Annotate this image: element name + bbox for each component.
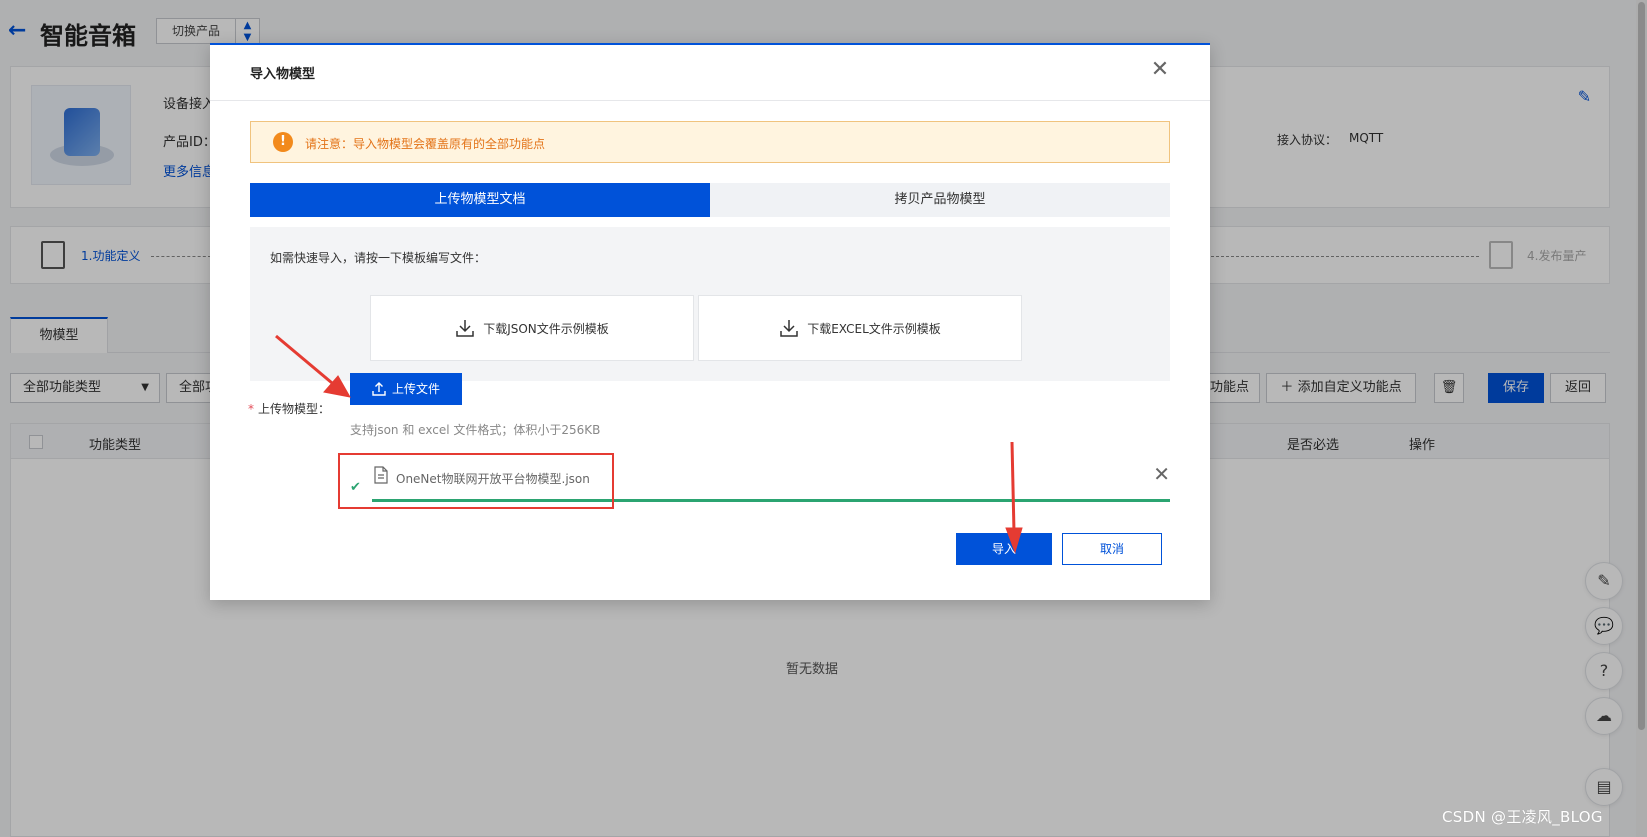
download-icon (456, 320, 474, 337)
upload-file-label: 上传文件 (391, 382, 440, 396)
download-icon (780, 320, 798, 337)
download-json-label: 下载JSON文件示例模板 (483, 321, 609, 336)
dialog-header: 导入物模型 ✕ (210, 45, 1210, 101)
upload-field-label: * 上传物模型： (248, 402, 331, 416)
template-hint: 如需快速导入，请按一下模板编写文件： (270, 251, 487, 265)
download-json-template-button[interactable]: 下载JSON文件示例模板 (370, 295, 694, 361)
import-button[interactable]: 导入 (956, 533, 1052, 565)
cancel-button[interactable]: 取消 (1062, 533, 1162, 565)
upload-icon (372, 382, 386, 396)
warning-text: 请注意：导入物模型会覆盖原有的全部功能点 (305, 137, 546, 151)
annotation-highlight-box (338, 453, 614, 509)
import-model-dialog: 导入物模型 ✕ ! 请注意：导入物模型会覆盖原有的全部功能点 上传物模型文档 拷… (210, 43, 1210, 600)
import-mode-tabs: 上传物模型文档 拷贝产品物模型 (250, 183, 1170, 217)
support-tip: 支持json 和 excel 文件格式；体积小于256KB (350, 423, 601, 437)
tab-copy-product-model[interactable]: 拷贝产品物模型 (710, 183, 1170, 217)
dialog-title: 导入物模型 (250, 67, 316, 82)
warning-icon: ! (273, 132, 293, 152)
remove-icon[interactable]: ✕ (1153, 464, 1170, 484)
warning-notice: ! 请注意：导入物模型会覆盖原有的全部功能点 (250, 121, 1170, 163)
close-icon[interactable]: ✕ (1148, 59, 1172, 83)
tab-upload-document[interactable]: 上传物模型文档 (250, 183, 710, 217)
watermark: CSDN @王凌风_BLOG (1442, 808, 1603, 826)
download-excel-template-button[interactable]: 下载EXCEL文件示例模板 (698, 295, 1022, 361)
upload-file-button[interactable]: 上传文件 (350, 373, 462, 405)
template-download-panel: 如需快速导入，请按一下模板编写文件： 下载JSON文件示例模板 下载EXCEL文… (250, 227, 1170, 381)
download-excel-label: 下载EXCEL文件示例模板 (807, 321, 941, 336)
